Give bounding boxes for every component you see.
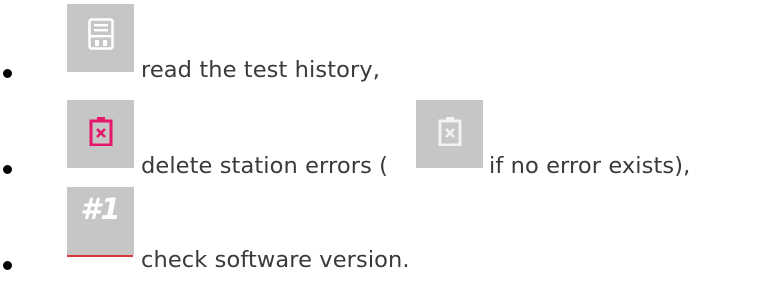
item-label-after: if no error exists), [489, 153, 691, 179]
bullet [3, 69, 12, 78]
bullet [3, 261, 12, 270]
tile-underline [67, 255, 133, 257]
battery-error-gray-icon [438, 116, 462, 146]
save-tile[interactable] [67, 4, 134, 72]
item-label: read the test history, [141, 57, 380, 83]
version-tile[interactable]: #1 [67, 187, 134, 255]
item-label: check software version. [141, 247, 410, 273]
version-hash-icon: #1 [80, 192, 121, 226]
item-label-before: delete station errors ( [141, 153, 389, 179]
bullet [3, 165, 12, 174]
no-error-tile [416, 100, 483, 168]
save-icon [87, 18, 114, 50]
delete-errors-tile[interactable] [67, 100, 134, 168]
battery-error-icon [89, 116, 113, 146]
